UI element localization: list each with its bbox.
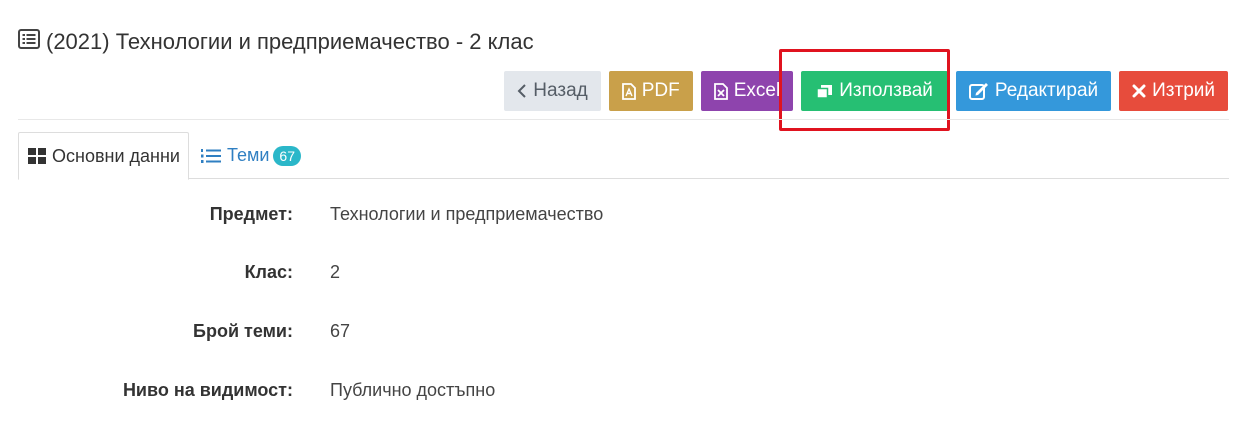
page: (2021) Технологии и предприемачество - 2…	[0, 0, 1248, 424]
use-button-label: Използвай	[839, 80, 933, 101]
copy-icon	[816, 84, 833, 99]
detail-value: 2	[330, 261, 341, 282]
detail-label: Брой теми:	[193, 320, 293, 341]
back-button-label: Назад	[533, 80, 588, 101]
detail-label: Ниво на видимост:	[122, 379, 293, 400]
tab-topics[interactable]: Теми 67	[189, 132, 309, 179]
excel-button[interactable]: Excel	[700, 71, 794, 111]
tab-topics-label: Теми	[226, 145, 270, 165]
detail-value: Технологии и предприемачество	[330, 203, 604, 224]
page-title: (2021) Технологии и предприемачество - 2…	[46, 29, 534, 54]
excel-button-label: Excel	[733, 80, 781, 101]
list-alt-icon	[18, 29, 46, 55]
file-pdf-icon	[621, 82, 636, 100]
detail-value: Публично достъпно	[330, 379, 496, 400]
detail-row-topic-count: Брой теми: 67	[0, 307, 1248, 355]
chevron-left-icon	[517, 84, 527, 98]
tab-bar: Основни данни Теми 67	[18, 132, 1229, 180]
edit-button[interactable]: Редактирай	[955, 71, 1112, 111]
delete-button[interactable]: Изтрий	[1119, 71, 1228, 111]
back-button[interactable]: Назад	[504, 71, 601, 111]
detail-label: Клас:	[244, 261, 293, 282]
toolbar: Назад PDF Excel Използвай Редактирай Изт…	[504, 71, 1228, 111]
use-button[interactable]: Използвай	[801, 71, 948, 111]
file-excel-icon	[713, 82, 728, 100]
pdf-button-label: PDF	[641, 80, 680, 101]
delete-button-label: Изтрий	[1152, 80, 1215, 101]
detail-row-subject: Предмет: Технологии и предприемачество	[0, 190, 1248, 238]
pdf-button[interactable]: PDF	[608, 71, 693, 111]
detail-row-class: Клас: 2	[0, 248, 1248, 296]
divider	[18, 119, 1229, 120]
close-icon	[1132, 84, 1146, 98]
detail-row-visibility: Ниво на видимост: Публично достъпно	[0, 366, 1248, 414]
list-ol-icon	[200, 148, 221, 163]
detail-value: 67	[330, 320, 351, 341]
topics-count-badge: 67	[273, 145, 301, 166]
detail-label: Предмет:	[209, 203, 293, 224]
page-title-wrap: (2021) Технологии и предприемачество - 2…	[18, 27, 534, 57]
tab-main-data[interactable]: Основни данни	[18, 132, 189, 180]
edit-button-label: Редактирай	[994, 80, 1099, 101]
th-large-icon	[28, 148, 46, 164]
tab-main-data-label: Основни данни	[52, 145, 180, 166]
edit-icon	[968, 83, 988, 100]
